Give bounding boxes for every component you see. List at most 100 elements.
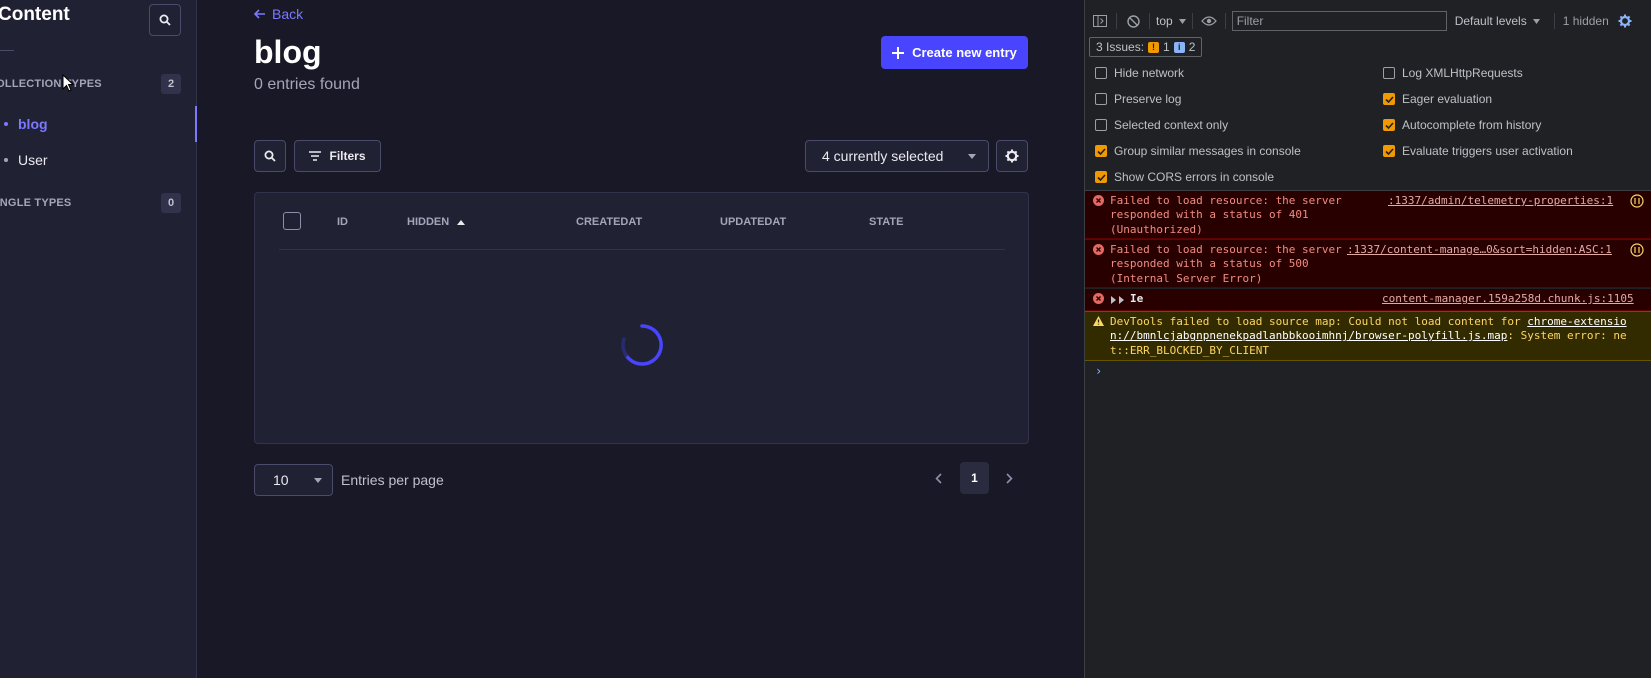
setting-log-xhr[interactable]: Log XMLHttpRequests	[1383, 66, 1523, 80]
context-selector[interactable]: top	[1156, 14, 1186, 28]
console-error-message[interactable]: Ie content-manager.159a258d.chunk.js:110…	[1085, 289, 1651, 311]
setting-autocomplete-history[interactable]: Autocomplete from history	[1383, 118, 1541, 132]
nav-item-blog[interactable]: blog	[0, 106, 197, 142]
select-all-checkbox[interactable]	[283, 212, 301, 230]
caret-down-icon	[314, 477, 322, 483]
loading-spinner-icon	[621, 324, 663, 366]
setting-label: Show CORS errors in console	[1114, 170, 1275, 184]
clear-console-button[interactable]	[1123, 11, 1143, 31]
expand-triangle-icon[interactable]	[1111, 294, 1125, 308]
setting-show-cors-errors[interactable]: Show CORS errors in console	[1095, 170, 1274, 184]
arrow-left-icon	[254, 9, 265, 19]
checkbox[interactable]	[1095, 171, 1107, 183]
issues-label: 3 Issues:	[1096, 40, 1145, 54]
checkbox[interactable]	[1095, 145, 1107, 157]
checkbox[interactable]	[1095, 93, 1107, 105]
console-filter-input[interactable]: Filter	[1231, 11, 1447, 31]
setting-hide-network[interactable]: Hide network	[1095, 66, 1184, 80]
column-header-id[interactable]: ID	[337, 216, 348, 228]
setting-preserve-log[interactable]: Preserve log	[1095, 92, 1181, 106]
warning-text-block: DevTools failed to load source map: Coul…	[1110, 315, 1640, 358]
page-title: blog	[254, 34, 322, 70]
nav-item-user[interactable]: User	[0, 142, 197, 178]
previous-page-button[interactable]	[928, 468, 948, 488]
log-levels-value: Default levels	[1454, 14, 1527, 28]
sidebar-toggle-icon	[1093, 15, 1107, 27]
checkbox[interactable]	[1383, 93, 1395, 105]
console-settings-button[interactable]	[1615, 11, 1635, 31]
column-header-createdat[interactable]: CREATEDAT	[576, 216, 642, 228]
filters-button[interactable]: Filters	[294, 140, 381, 172]
setting-label: Autocomplete from history	[1402, 118, 1542, 132]
column-header-label: STATE	[869, 216, 904, 228]
setting-label: Group similar messages in console	[1114, 144, 1301, 158]
section-label-collection-types: COLLECTION TYPES	[0, 78, 102, 90]
toolbar-divider	[1553, 13, 1555, 29]
issues-button[interactable]: 3 Issues: ! 1 i 2	[1089, 37, 1203, 57]
checkbox[interactable]	[1383, 145, 1395, 157]
error-icon	[1093, 244, 1104, 255]
column-header-label: HIDDEN	[407, 216, 450, 228]
setting-label: Evaluate triggers user activation	[1402, 144, 1573, 158]
collection-types-section[interactable]: COLLECTION TYPES 2	[0, 74, 181, 94]
column-header-label: ID	[337, 216, 348, 228]
log-levels-dropdown[interactable]: Default levels	[1455, 14, 1540, 28]
filter-placeholder: Filter	[1236, 14, 1264, 28]
eye-icon	[1200, 16, 1217, 26]
checkbox[interactable]	[1383, 119, 1395, 131]
checkbox[interactable]	[1383, 67, 1395, 79]
search-icon	[264, 150, 276, 162]
source-link[interactable]: :1337/admin/telemetry-properties:1	[1388, 194, 1613, 208]
checkbox[interactable]	[1095, 119, 1107, 131]
caret-down-icon	[968, 153, 976, 159]
search-button[interactable]	[254, 140, 286, 172]
filters-label: Filters	[329, 149, 366, 163]
setting-selected-context-only[interactable]: Selected context only	[1095, 118, 1228, 132]
entries-per-page-select[interactable]: 10	[254, 464, 333, 496]
console-error-message[interactable]: Failed to load resource: the server resp…	[1085, 240, 1651, 288]
create-new-entry-button[interactable]: Create new entry	[881, 36, 1028, 69]
console-warning-message[interactable]: DevTools failed to load source map: Coul…	[1085, 311, 1651, 361]
displayed-columns-value: 4 currently selected	[822, 148, 944, 164]
toggle-sidebar-button[interactable]	[1090, 11, 1110, 31]
section-label-single-types: SINGLE TYPES	[0, 197, 72, 209]
live-expression-button[interactable]	[1199, 11, 1219, 31]
displayed-columns-select[interactable]: 4 currently selected	[805, 140, 989, 172]
back-link[interactable]: Back	[254, 6, 303, 22]
warning-icon	[1093, 316, 1104, 326]
checkmark-icon	[1096, 147, 1106, 155]
back-label: Back	[272, 6, 304, 22]
error-icon	[1093, 293, 1104, 304]
error-icon	[1093, 195, 1104, 206]
nav-title: Content	[0, 4, 70, 25]
column-header-state[interactable]: STATE	[869, 216, 903, 228]
column-header-hidden[interactable]: HIDDEN	[407, 216, 466, 228]
toolbar-divider	[1191, 13, 1193, 29]
source-link[interactable]: :1337/content-manage…0&sort=hidden:ASC:1	[1347, 243, 1612, 257]
mouse-cursor-icon	[62, 74, 74, 92]
source-link[interactable]: content-manager.159a258d.chunk.js:1105	[1382, 292, 1634, 306]
network-reveal-icon[interactable]	[1630, 194, 1644, 208]
nav-search-button[interactable]	[149, 4, 181, 36]
hidden-count: 1 hidden	[1562, 14, 1609, 28]
checkbox[interactable]	[1095, 67, 1107, 79]
table-settings-button[interactable]	[996, 140, 1028, 172]
issues-bar: 3 Issues: ! 1 i 2	[1085, 36, 1651, 58]
plus-icon	[892, 46, 905, 59]
checkmark-icon	[1384, 95, 1394, 103]
issues-warning-count: 1	[1163, 40, 1170, 54]
console-error-message[interactable]: Failed to load resource: the server resp…	[1085, 191, 1651, 239]
next-page-button[interactable]	[999, 468, 1019, 488]
network-reveal-icon[interactable]	[1630, 243, 1644, 257]
toolbar-divider	[1116, 13, 1117, 29]
page-number-current[interactable]: 1	[960, 462, 989, 494]
single-types-section[interactable]: SINGLE TYPES 0	[0, 193, 181, 213]
table-header-divider	[279, 249, 1005, 250]
console-prompt[interactable]: ›	[1095, 364, 1102, 378]
setting-eager-evaluation[interactable]: Eager evaluation	[1383, 92, 1492, 106]
setting-group-similar[interactable]: Group similar messages in console	[1095, 144, 1301, 158]
column-header-updatedat[interactable]: UPDATEDAT	[720, 216, 786, 228]
setting-evaluate-triggers[interactable]: Evaluate triggers user activation	[1383, 144, 1573, 158]
toolbar-divider	[1224, 13, 1226, 29]
nav-divider	[0, 50, 14, 51]
